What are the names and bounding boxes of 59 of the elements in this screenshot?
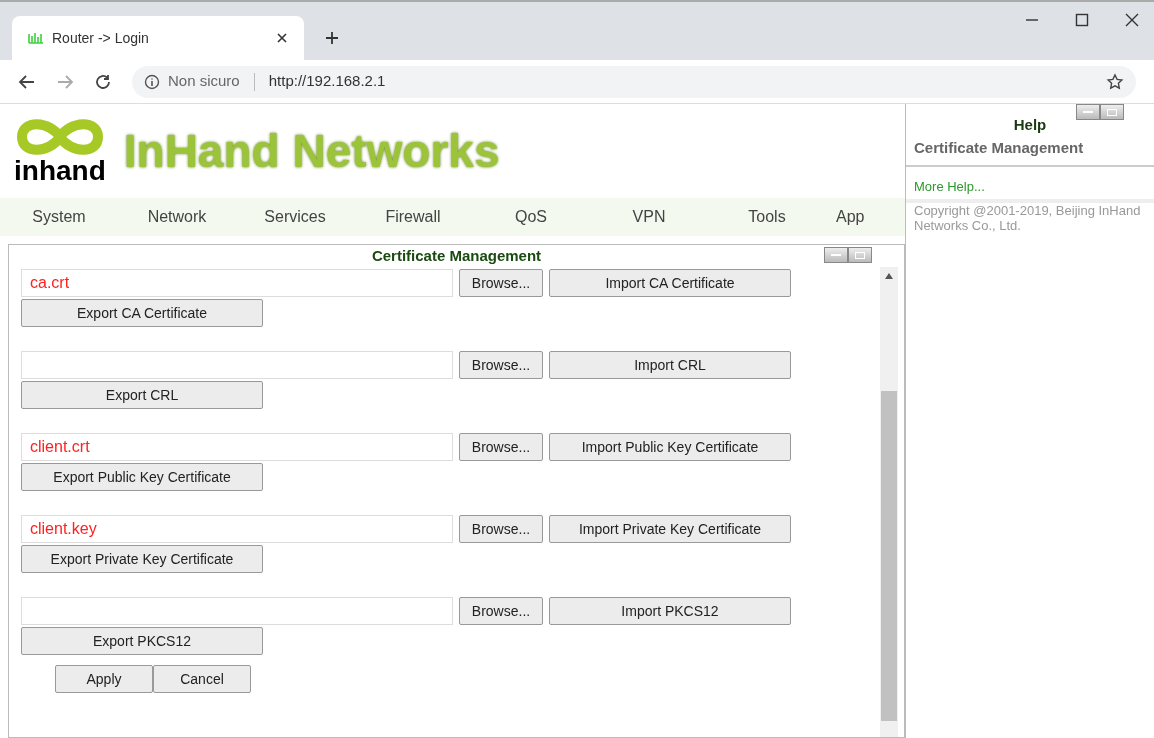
export-button[interactable]: Export CA Certificate: [21, 299, 263, 327]
minimize-button[interactable]: [824, 247, 848, 263]
form-action-button[interactable]: Apply: [55, 665, 153, 693]
nav-menu-item[interactable]: Firewall: [354, 205, 472, 229]
scroll-up-arrow-icon[interactable]: [885, 273, 893, 279]
copyright-text: Copyright @2001-2019, Beijing InHand Networks Co., Ltd.: [913, 202, 1142, 233]
file-path-field[interactable]: ca.crt: [21, 269, 453, 297]
help-title: Help: [1012, 115, 1048, 135]
panel-title: Certificate Management: [371, 246, 542, 266]
file-path-field[interactable]: client.crt: [21, 433, 453, 461]
browser-tab[interactable]: Router -> Login: [12, 16, 304, 60]
back-arrow-icon[interactable]: [18, 72, 36, 91]
export-button[interactable]: Export PKCS12: [21, 627, 263, 655]
export-button[interactable]: Export Private Key Certificate: [21, 545, 263, 573]
close-icon[interactable]: [276, 32, 288, 44]
logo-icon: [14, 117, 105, 157]
import-button[interactable]: Import Private Key Certificate: [549, 515, 791, 543]
export-button[interactable]: Export Public Key Certificate: [21, 463, 263, 491]
new-tab-icon[interactable]: [324, 30, 340, 46]
browse-button[interactable]: Browse...: [459, 433, 543, 461]
file-path-field[interactable]: [21, 597, 453, 625]
browse-button[interactable]: Browse...: [459, 597, 543, 625]
url-text: http://192.168.2.1: [268, 71, 387, 92]
browse-button[interactable]: Browse...: [459, 515, 543, 543]
file-path-field[interactable]: client.key: [21, 515, 453, 543]
reload-icon[interactable]: [94, 72, 112, 91]
security-label: Non sicuro: [168, 71, 240, 92]
logo-wordmark: inhand: [14, 157, 106, 185]
form-action-button[interactable]: Cancel: [153, 665, 251, 693]
nav-menu-item[interactable]: QoS: [472, 205, 590, 229]
browse-button[interactable]: Browse...: [459, 351, 543, 379]
star-icon[interactable]: [1106, 72, 1124, 91]
nav-menu-item[interactable]: Services: [236, 205, 354, 229]
export-button[interactable]: Export CRL: [21, 381, 263, 409]
nav-menu-item[interactable]: Network: [118, 205, 236, 229]
import-button[interactable]: Import CRL: [549, 351, 791, 379]
address-bar[interactable]: Non sicuro http://192.168.2.1: [132, 65, 1136, 98]
more-help-link[interactable]: More Help...: [906, 167, 1154, 203]
browse-button[interactable]: Browse...: [459, 269, 543, 297]
brand-title: InHand Networks: [123, 123, 500, 179]
import-button[interactable]: Import PKCS12: [549, 597, 791, 625]
import-button[interactable]: Import Public Key Certificate: [549, 433, 791, 461]
nav-menu-item[interactable]: VPN: [590, 205, 708, 229]
tab-title: Router -> Login: [52, 28, 150, 48]
maximize-button[interactable]: [1100, 104, 1124, 120]
import-button[interactable]: Import CA Certificate: [549, 269, 791, 297]
minimize-button[interactable]: [1076, 104, 1100, 120]
close-icon[interactable]: [1124, 12, 1140, 28]
forward-arrow-icon[interactable]: [56, 72, 74, 91]
maximize-button[interactable]: [848, 247, 872, 263]
nav-menu-item[interactable]: System: [0, 205, 118, 229]
help-topic: Certificate Management: [906, 136, 1154, 167]
scrollbar[interactable]: [880, 267, 898, 737]
info-icon: [144, 73, 160, 90]
nav-menu-item[interactable]: Tools: [708, 205, 826, 229]
site-favicon-icon: [28, 32, 44, 44]
nav-menu-item[interactable]: App: [836, 205, 865, 229]
maximize-icon[interactable]: [1074, 12, 1090, 28]
file-path-field[interactable]: [21, 351, 453, 379]
